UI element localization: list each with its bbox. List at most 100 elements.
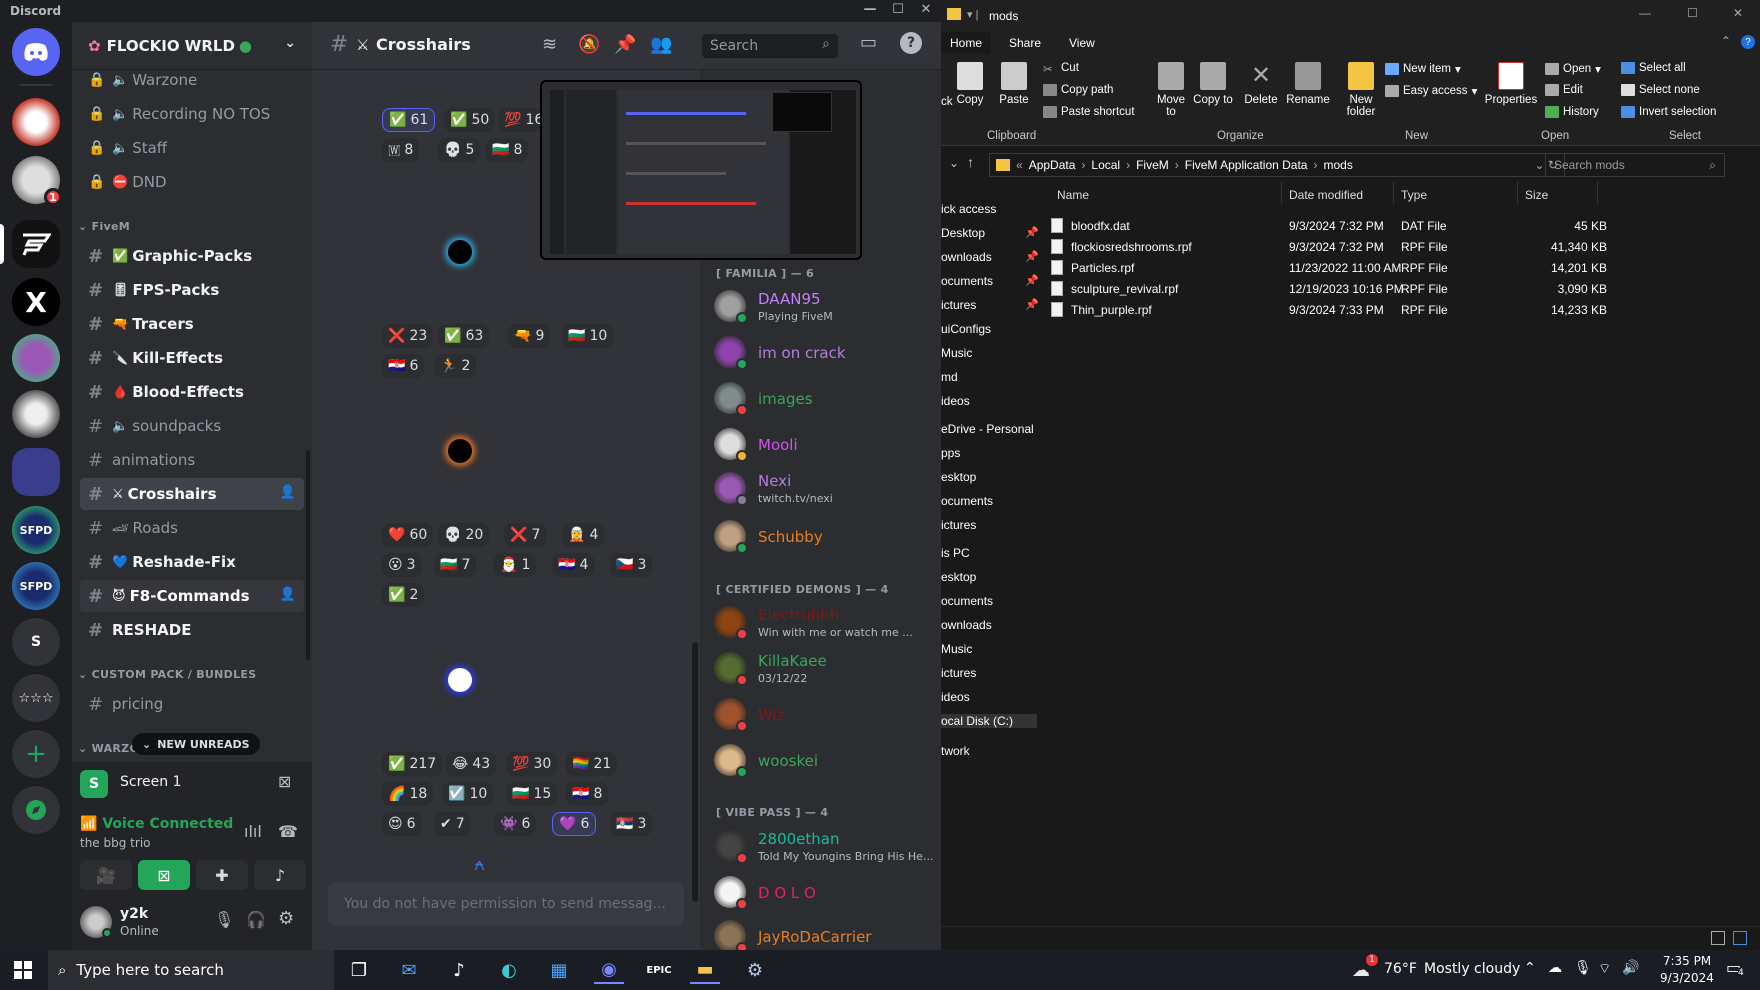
channel-blood-effects[interactable]: # 🩸 Blood-Effects: [80, 376, 304, 408]
category-fivem[interactable]: ⌄ FiveM: [78, 220, 130, 233]
tab-share[interactable]: Share: [1009, 36, 1041, 50]
channel-reshade[interactable]: # RESHADE: [80, 614, 304, 646]
reaction-row9-0[interactable]: 🌈 18: [382, 782, 434, 806]
nav-item[interactable]: ownloads: [941, 250, 992, 264]
nav-item[interactable]: uiConfigs: [941, 322, 991, 336]
breadcrumb-mods[interactable]: mods: [1323, 158, 1352, 172]
threads-icon[interactable]: ≋: [542, 34, 557, 55]
nav-item[interactable]: esktop: [941, 570, 976, 584]
reaction-row10-2[interactable]: 👾 6: [494, 812, 537, 836]
reaction-row5-2[interactable]: ❌ 7: [504, 523, 547, 547]
search-input[interactable]: Search ⌕: [702, 34, 838, 58]
clock-date[interactable]: 9/3/2024: [1652, 971, 1722, 985]
help-icon[interactable]: ?: [900, 32, 922, 54]
breadcrumb-fivem[interactable]: FiveM: [1136, 158, 1169, 172]
tiktok-icon[interactable]: ♪: [444, 956, 474, 984]
sticker-image[interactable]: ⍲: [474, 854, 485, 875]
nav-item[interactable]: ocuments: [941, 594, 993, 608]
delete-button[interactable]: ✕ Delete: [1241, 62, 1281, 106]
col-date[interactable]: Date modified: [1289, 188, 1363, 202]
invert-selection-button[interactable]: Invert selection: [1621, 106, 1716, 118]
add-server-icon[interactable]: +: [12, 730, 60, 778]
gear-icon[interactable]: ⚙: [278, 908, 294, 929]
channel-reshade-fix[interactable]: # 💙 Reshade-Fix: [80, 546, 304, 578]
nav-item[interactable]: Music: [941, 346, 972, 360]
activities-icon[interactable]: ✚: [196, 860, 248, 890]
properties-button[interactable]: Properties: [1483, 62, 1539, 106]
easy-access-button[interactable]: Easy access ▾: [1385, 84, 1477, 98]
steam-icon[interactable]: ⚙: [740, 956, 770, 984]
server-icon-x[interactable]: X: [12, 278, 60, 326]
server-icon-stars[interactable]: ☆☆☆: [12, 674, 60, 722]
server-header[interactable]: ✿ FLOCKIO WRLD ● ⌄: [72, 22, 312, 70]
nav-item[interactable]: ideos: [941, 394, 970, 408]
pin-icon[interactable]: 📌: [1025, 250, 1039, 263]
member-row[interactable]: im on crack: [714, 332, 934, 376]
paste-button[interactable]: Paste: [997, 62, 1031, 106]
pin-icon[interactable]: 📌: [1025, 298, 1039, 311]
nav-item[interactable]: ictures: [941, 298, 976, 312]
nav-item[interactable]: twork: [941, 744, 970, 758]
reaction-row3-2[interactable]: 🔫 9: [508, 324, 551, 348]
reaction-row8-3[interactable]: 🏳️‍🌈 21: [566, 752, 618, 776]
discord-taskbar-icon[interactable]: ◉: [594, 956, 624, 984]
file-row[interactable]: sculpture_revival.rpf 12/19/2023 10:16 PM…: [1051, 279, 1651, 299]
file-row[interactable]: flockiosredshrooms.rpf 9/3/2024 7:32 PM RP…: [1051, 237, 1651, 257]
member-row[interactable]: Schubby: [714, 516, 934, 560]
channel-warzone[interactable]: 🔒 🔈 Warzone: [80, 64, 304, 96]
inbox-icon[interactable]: ▭: [860, 32, 877, 53]
copy-path-button[interactable]: Copy path: [1043, 84, 1113, 96]
address-bar[interactable]: « AppData › Local › FiveM › FiveM Applicati…: [989, 153, 1565, 177]
channel-kill-effects[interactable]: # 🔪 Kill-Effects: [80, 342, 304, 374]
clock-time[interactable]: 7:35 PM: [1652, 954, 1722, 968]
nav-item[interactable]: ocuments: [941, 274, 993, 288]
member-row[interactable]: Wiz: [714, 694, 934, 738]
history-button[interactable]: History: [1545, 106, 1599, 118]
recent-locations-icon[interactable]: ⌄: [949, 156, 959, 170]
notification-bell-icon[interactable]: 🔕: [578, 34, 600, 55]
breadcrumb-local[interactable]: Local: [1091, 158, 1120, 172]
select-all-button[interactable]: Select all: [1621, 62, 1686, 74]
paste-shortcut-button[interactable]: Paste shortcut: [1043, 106, 1135, 118]
channel-recording[interactable]: 🔒 🔈 Recording NO TOS: [80, 98, 304, 130]
member-row[interactable]: JayRoDaCarrier: [714, 916, 934, 950]
up-arrow-icon[interactable]: ↑: [967, 154, 974, 170]
col-type[interactable]: Type: [1401, 188, 1427, 202]
tab-home[interactable]: Home: [941, 32, 991, 54]
reaction-row10-4[interactable]: 🇷🇸 3: [610, 812, 653, 836]
reaction-row3-3[interactable]: 🇧🇬 10: [562, 324, 614, 348]
collapse-ribbon-icon[interactable]: ⌃: [1721, 34, 1731, 48]
file-explorer-icon[interactable]: ▬: [690, 956, 720, 984]
help-icon[interactable]: ?: [1741, 35, 1755, 49]
reaction-row8-1[interactable]: 😂 43: [446, 752, 497, 776]
stream-preview[interactable]: [540, 80, 862, 260]
stop-stream-icon[interactable]: ⊠: [278, 772, 291, 791]
store-icon[interactable]: ▦: [544, 956, 574, 984]
quick-access-dropdown-icon[interactable]: ▾ |: [967, 8, 978, 21]
file-row[interactable]: bloodfx.dat 9/3/2024 7:32 PM DAT File 45 KB: [1051, 216, 1651, 236]
voice-connected[interactable]: 📶 Voice Connected: [80, 816, 233, 832]
copy-button[interactable]: Copy: [955, 62, 985, 106]
minimize-icon[interactable]: —: [856, 2, 884, 17]
headphones-icon[interactable]: 🎧: [246, 910, 266, 929]
channel-fps-packs[interactable]: # 🎚 FPS-Packs: [80, 274, 304, 306]
reaction-row6-1[interactable]: 🇧🇬 7: [434, 553, 477, 577]
microphone-icon[interactable]: 🎙: [1574, 960, 1592, 976]
fivem-server-icon[interactable]: [12, 220, 60, 268]
new-unreads-button[interactable]: ⌄ NEW UNREADS: [132, 733, 260, 755]
crosshair-image-orange[interactable]: [448, 439, 472, 463]
reaction-row5-1[interactable]: 💀 20: [438, 523, 490, 547]
file-row[interactable]: Thin_purple.rpf 9/3/2024 7:33 PM RPF File 1…: [1051, 300, 1651, 320]
nav-item[interactable]: ictures: [941, 666, 976, 680]
member-list-icon[interactable]: 👥: [650, 34, 672, 55]
new-folder-button[interactable]: New folder: [1341, 62, 1381, 118]
edit-button[interactable]: Edit: [1545, 84, 1583, 96]
server-folder-icon[interactable]: [12, 448, 60, 496]
reaction-row6-2[interactable]: 🎅 1: [494, 553, 537, 577]
move-to-button[interactable]: Move to: [1151, 62, 1191, 118]
invite-icon[interactable]: 👤: [280, 485, 296, 500]
reaction-row9-1[interactable]: ☑️ 10: [442, 782, 494, 806]
weather-temp[interactable]: 76°F: [1384, 961, 1417, 977]
channel-dnd[interactable]: 🔒 ⛔ DND: [80, 166, 304, 198]
discord-home-icon[interactable]: [12, 28, 60, 76]
